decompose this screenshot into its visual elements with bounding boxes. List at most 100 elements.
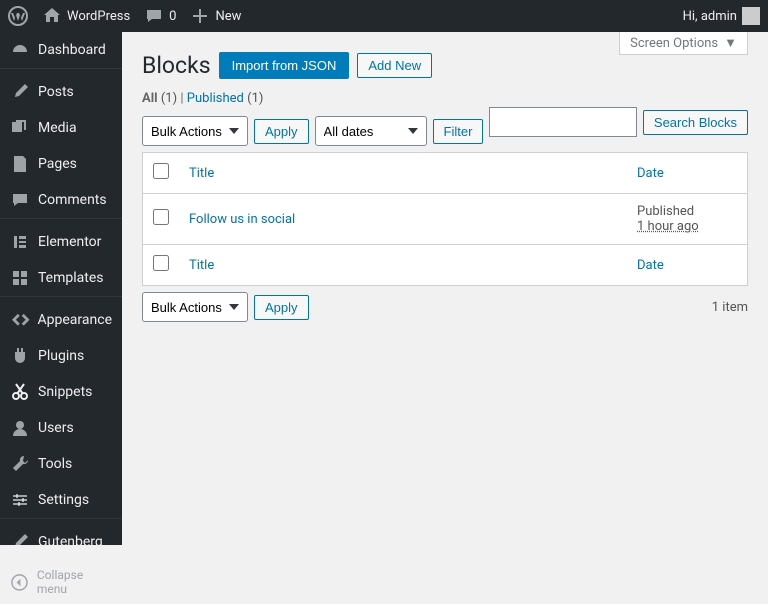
view-filters: All (1) | Published (1)	[142, 91, 748, 106]
settings-icon	[10, 490, 30, 510]
sidebar-label: Plugins	[38, 348, 84, 364]
sidebar-item-dashboard[interactable]: Dashboard	[0, 32, 122, 68]
wp-logo-icon[interactable]	[8, 6, 28, 26]
filter-published-label: Published	[187, 91, 244, 106]
search-button[interactable]: Search Blocks	[643, 110, 748, 135]
row-check-cell	[143, 194, 179, 244]
filter-published-count: (1)	[247, 91, 263, 106]
add-new-button[interactable]: Add New	[357, 53, 432, 78]
gutenberg-icon	[10, 532, 30, 552]
row-title-cell: Follow us in social	[179, 194, 627, 244]
sidebar-label: Appearance	[38, 312, 112, 328]
plugins-icon	[10, 346, 30, 366]
dashboard-icon	[10, 40, 30, 60]
snippets-icon	[10, 382, 30, 402]
sidebar-item-templates[interactable]: Templates	[0, 260, 122, 296]
column-title-link[interactable]: Title	[189, 166, 214, 181]
tablenav-bottom: Bulk Actions Apply 1 item	[142, 292, 748, 322]
sidebar-item-snippets[interactable]: Snippets	[0, 374, 122, 410]
tablenav-bottom-left: Bulk Actions Apply	[142, 292, 309, 322]
collapse-icon	[10, 572, 29, 592]
column-date-footer[interactable]: Date	[627, 244, 747, 285]
templates-icon	[10, 268, 30, 288]
sidebar-separator	[0, 218, 122, 219]
admin-bar-right: Hi, admin	[683, 7, 760, 25]
posts-icon	[10, 82, 30, 102]
apply-button-bottom[interactable]: Apply	[254, 295, 309, 320]
sidebar-label: Gutenberg	[38, 534, 103, 550]
sidebar-label: Posts	[38, 84, 74, 100]
search-input[interactable]	[489, 107, 637, 137]
tools-icon	[10, 454, 30, 474]
sidebar-item-gutenberg[interactable]: Gutenberg	[0, 524, 122, 560]
sidebar-label: Pages	[38, 156, 77, 172]
column-date-link[interactable]: Date	[637, 258, 664, 273]
sidebar-item-comments[interactable]: Comments	[0, 182, 122, 218]
bulk-actions-select-bottom[interactable]: Bulk Actions	[142, 292, 248, 322]
sidebar-label: Settings	[38, 492, 89, 508]
comments-link[interactable]: 0	[144, 6, 176, 26]
screen-options-tab[interactable]: Screen Options ▼	[619, 32, 748, 55]
sidebar-label: Tools	[38, 456, 72, 472]
sidebar-label: Comments	[38, 192, 107, 208]
import-json-button[interactable]: Import from JSON	[219, 52, 350, 79]
account-link[interactable]: Hi, admin	[683, 7, 760, 25]
collapse-menu[interactable]: Collapse menu	[0, 560, 122, 604]
sidebar-item-tools[interactable]: Tools	[0, 446, 122, 482]
sidebar-item-appearance[interactable]: Appearance	[0, 302, 122, 338]
filter-published[interactable]: Published	[187, 91, 244, 106]
row-date-cell: Published1 hour ago	[627, 194, 747, 244]
column-date-link[interactable]: Date	[637, 166, 664, 181]
users-icon	[10, 418, 30, 438]
avatar-icon	[742, 7, 760, 25]
search-box: Search Blocks	[489, 107, 748, 137]
date-filter-select[interactable]: All dates	[315, 116, 427, 146]
admin-sidebar: Dashboard Posts Media Pages Comments Ele…	[0, 32, 122, 545]
new-link[interactable]: New	[190, 6, 241, 26]
column-title-header[interactable]: Title	[179, 153, 627, 194]
column-title-footer[interactable]: Title	[179, 244, 627, 285]
sidebar-separator	[0, 518, 122, 519]
select-all-checkbox-top[interactable]	[153, 163, 169, 179]
sidebar-item-plugins[interactable]: Plugins	[0, 338, 122, 374]
greeting: Hi, admin	[683, 9, 737, 24]
filter-button[interactable]: Filter	[433, 119, 484, 144]
table-row: Follow us in social Published1 hour ago	[143, 194, 747, 244]
filter-all-label: All	[142, 91, 158, 106]
row-time: 1 hour ago	[637, 219, 699, 234]
sidebar-item-pages[interactable]: Pages	[0, 146, 122, 182]
apply-button-top[interactable]: Apply	[254, 119, 309, 144]
select-all-checkbox-bottom[interactable]	[153, 255, 169, 271]
column-date-header[interactable]: Date	[627, 153, 747, 194]
sidebar-separator	[0, 296, 122, 297]
sidebar-item-users[interactable]: Users	[0, 410, 122, 446]
chevron-down-icon: ▼	[724, 35, 737, 51]
page-header: Blocks Import from JSON Add New	[142, 52, 748, 79]
comments-icon	[10, 190, 30, 210]
filter-all-count: (1)	[161, 91, 177, 106]
collapse-label: Collapse menu	[37, 568, 112, 596]
row-status: Published	[637, 204, 694, 219]
select-all-header	[143, 153, 179, 194]
site-link[interactable]: WordPress	[42, 6, 130, 26]
filter-all[interactable]: All (1)	[142, 91, 177, 106]
sidebar-item-posts[interactable]: Posts	[0, 74, 122, 110]
sidebar-item-settings[interactable]: Settings	[0, 482, 122, 518]
page-title: Blocks	[142, 52, 211, 79]
sidebar-label: Elementor	[38, 234, 101, 250]
select-all-footer	[143, 244, 179, 285]
comments-count: 0	[169, 9, 176, 24]
main-container: Dashboard Posts Media Pages Comments Ele…	[0, 32, 768, 545]
row-checkbox[interactable]	[153, 209, 169, 225]
sidebar-item-media[interactable]: Media	[0, 110, 122, 146]
row-title-link[interactable]: Follow us in social	[189, 212, 295, 227]
column-title-link[interactable]: Title	[189, 258, 214, 273]
pages-icon	[10, 154, 30, 174]
site-name: WordPress	[67, 9, 130, 24]
sidebar-label: Dashboard	[38, 42, 106, 58]
bulk-actions-select-top[interactable]: Bulk Actions	[142, 116, 248, 146]
screen-options-label: Screen Options	[630, 36, 718, 51]
item-count-bottom: 1 item	[712, 300, 748, 315]
sidebar-item-elementor[interactable]: Elementor	[0, 224, 122, 260]
tablenav-top-left: Bulk Actions Apply All dates Filter	[142, 116, 483, 146]
